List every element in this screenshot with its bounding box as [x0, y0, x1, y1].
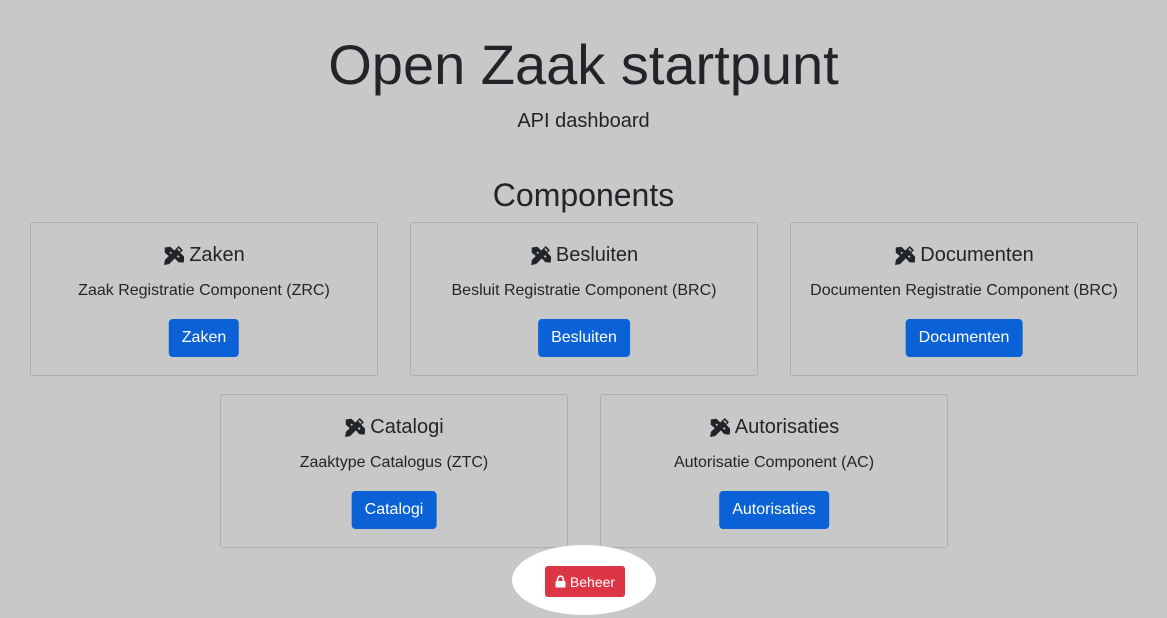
pencil-ruler-icon [709, 417, 730, 438]
pencil-ruler-icon [344, 417, 366, 438]
autorisaties-button[interactable]: Autorisaties [719, 491, 829, 529]
beheer-button-label: Beheer [569, 573, 616, 590]
zaken-button[interactable]: Zaken [168, 319, 240, 357]
card-catalogi: Catalogi Zaaktype Catalogus (ZTC) Catalo… [220, 394, 568, 548]
card-description: Documenten Registratie Component (BRC) [810, 282, 1118, 299]
card-title-text: Catalogi [370, 416, 444, 438]
pencil-ruler-icon [894, 245, 916, 266]
beheer-button[interactable]: Beheer [545, 566, 625, 597]
card-zaken: Zaken Zaak Registratie Component (ZRC) Z… [30, 222, 378, 376]
card-documenten: Documenten Documenten Registratie Compon… [790, 222, 1138, 376]
card-description: Besluit Registratie Component (BRC) [451, 282, 717, 299]
pencil-ruler-icon [530, 245, 551, 266]
lock-icon [555, 575, 566, 588]
card-description: Zaak Registratie Component (ZRC) [78, 282, 330, 299]
card-title-text: Zaken [189, 244, 245, 266]
documenten-button[interactable]: Documenten [905, 319, 1023, 357]
card-title-text: Documenten [920, 244, 1034, 266]
card-besluiten: Besluiten Besluit Registratie Component … [410, 222, 758, 376]
card-title-text: Besluiten [555, 244, 639, 266]
card-title: Zaken [31, 242, 377, 268]
besluiten-button[interactable]: Besluiten [538, 319, 630, 357]
card-title: Autorisaties [601, 414, 947, 440]
card-description: Autorisatie Component (AC) [673, 454, 875, 471]
card-title: Catalogi [221, 414, 567, 440]
page-subtitle: API dashboard [517, 110, 650, 132]
card-description: Zaaktype Catalogus (ZTC) [299, 454, 489, 471]
card-title: Besluiten [411, 242, 757, 268]
card-title: Documenten [791, 242, 1137, 268]
catalogi-button[interactable]: Catalogi [351, 491, 437, 529]
card-autorisaties: Autorisaties Autorisatie Component (AC) … [600, 394, 948, 548]
pencil-ruler-icon [163, 245, 185, 266]
page-title: Open Zaak startpunt [328, 33, 839, 96]
components-heading: Components [492, 177, 675, 213]
card-title-text: Autorisaties [734, 416, 840, 438]
